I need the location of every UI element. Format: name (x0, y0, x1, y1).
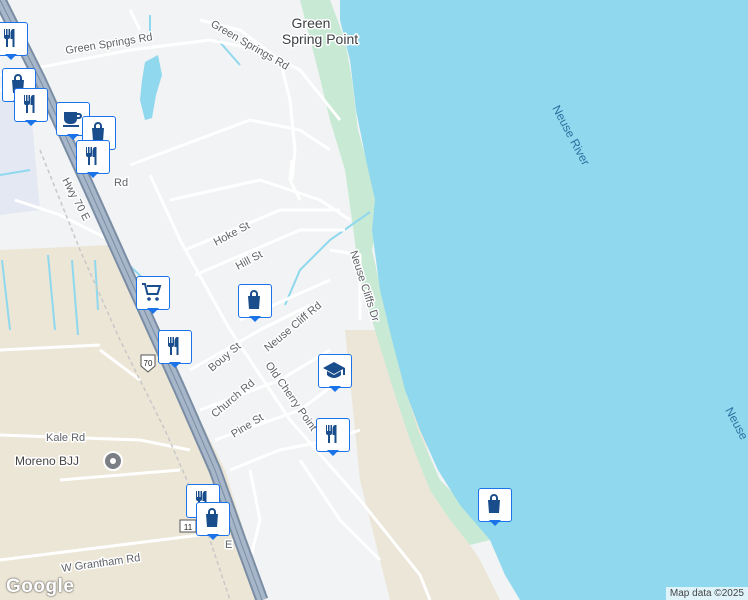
label-kale-rd: Kale Rd (46, 432, 85, 444)
restaurant-icon (168, 337, 179, 355)
poi-pin-shopping[interactable] (478, 488, 512, 526)
label-e-fragment: E (225, 539, 232, 551)
google-logo[interactable]: Google (6, 576, 74, 598)
place-label-moreno-bjj[interactable]: Moreno BJJ (14, 453, 81, 470)
restaurant-icon (86, 147, 97, 165)
poi-pin-shopping[interactable] (196, 502, 230, 540)
poi-pin-shopping[interactable] (238, 284, 272, 322)
shopping-bag-icon (248, 290, 260, 309)
poi-pin-grocery[interactable] (136, 276, 170, 314)
poi-pin-restaurant[interactable] (158, 330, 192, 368)
school-icon (323, 362, 345, 378)
label-green-spring-point-line2: Spring Point (282, 31, 358, 47)
poi-pin-restaurant[interactable] (0, 22, 28, 60)
map-attribution[interactable]: Map data ©2025 (665, 587, 748, 600)
restaurant-icon (4, 29, 15, 47)
shopping-cart-icon (142, 283, 162, 301)
shopping-bag-icon (488, 494, 500, 513)
shopping-bag-icon (206, 508, 218, 527)
map-canvas[interactable]: 70 11 Green Spring Point Neuse River Neu… (0, 0, 748, 600)
label-green-spring-point-line1: Green (292, 15, 331, 31)
poi-pin-school[interactable] (318, 354, 352, 392)
label-rd-fragment: Rd (114, 177, 128, 189)
poi-pin-restaurant[interactable] (316, 418, 350, 456)
restaurant-icon (326, 425, 337, 443)
poi-pin-restaurant[interactable] (14, 88, 48, 126)
poi-pin-restaurant[interactable] (76, 140, 110, 178)
svg-text:70: 70 (144, 359, 153, 368)
svg-text:11: 11 (184, 523, 193, 532)
coffee-icon (63, 112, 82, 127)
place-marker-moreno-bjj[interactable] (103, 451, 123, 471)
route-shield-11: 11 (179, 519, 197, 533)
restaurant-icon (24, 95, 35, 113)
